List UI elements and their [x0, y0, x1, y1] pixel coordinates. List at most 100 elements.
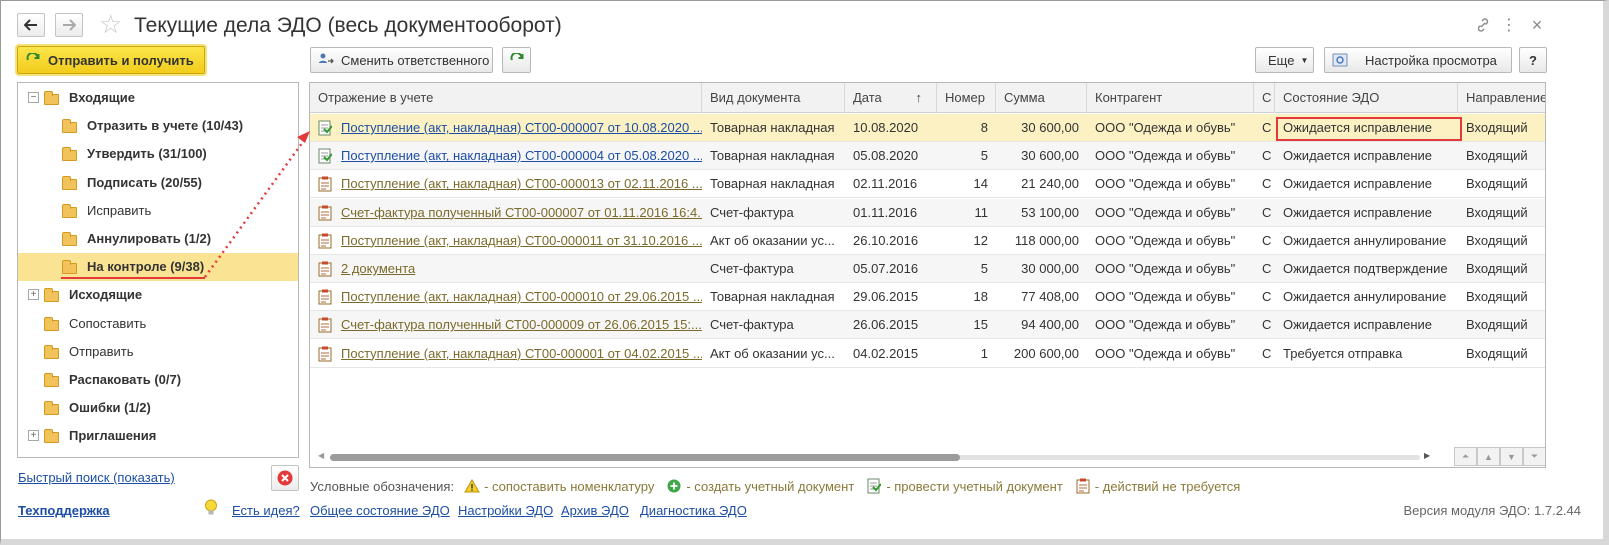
star-icon[interactable]: ☆ [99, 10, 122, 38]
tree-item[interactable]: На контроле (9/38) [18, 253, 298, 282]
cell-doc[interactable]: Поступление (акт, накладная) СТ00-000011… [310, 227, 702, 255]
tree-item[interactable]: Утвердить (31/100) [18, 140, 298, 168]
documents-table[interactable]: Отражение в учете Вид документа Дата ↑ Номер… [309, 82, 1546, 468]
forward-arrow-icon [63, 19, 76, 31]
idea-link[interactable]: Есть идея? [232, 503, 300, 518]
table-row[interactable]: Поступление (акт, накладная) СТ00-000011… [310, 227, 1545, 255]
cell-state: Ожидается исправление [1283, 176, 1432, 192]
table-row[interactable]: 2 документа Счет-фактура 05.07.2016 5 30 000… [310, 255, 1545, 283]
column-header[interactable]: С [1254, 83, 1275, 113]
tree-item-label: Ошибки (1/2) [69, 400, 151, 416]
tree-item[interactable]: + Исходящие [18, 281, 298, 309]
column-header[interactable]: Номер [937, 83, 996, 113]
refresh-button[interactable] [502, 47, 531, 73]
document-link[interactable]: Поступление (акт, накладная) СТ00-000001… [341, 346, 702, 361]
tree-item[interactable]: Исправить [18, 197, 298, 225]
post-document-icon [866, 478, 882, 494]
scroll-thumb[interactable] [330, 454, 960, 461]
view-settings-button[interactable]: Настройка просмотра [1324, 47, 1512, 73]
cell-doc[interactable]: Поступление (акт, накладная) СТ00-000010… [310, 283, 702, 311]
tree-item-label: Приглашения [69, 428, 157, 444]
support-link[interactable]: Техподдержка [18, 503, 110, 518]
column-header[interactable]: Вид документа [702, 83, 845, 113]
document-link[interactable]: Поступление (акт, накладная) СТ00-000013… [341, 176, 702, 191]
tree-item[interactable]: Распаковать (0/7) [18, 366, 298, 394]
column-header[interactable]: Контрагент [1087, 83, 1254, 113]
tree-item[interactable]: Подписать (20/55) [18, 169, 298, 197]
refresh-icon [510, 53, 523, 61]
more-button[interactable]: Еще ▼ [1255, 47, 1314, 73]
tree-item[interactable]: Сопоставить [18, 310, 298, 338]
no-action-document-icon [318, 317, 332, 333]
archive-link[interactable]: Архив ЭДО [561, 503, 629, 518]
document-link[interactable]: 2 документа [341, 261, 415, 276]
document-link[interactable]: Поступление (акт, накладная) СТ00-000007… [341, 120, 702, 135]
column-header[interactable]: Состояние ЭДО [1275, 83, 1458, 113]
tree-item[interactable]: + Приглашения [18, 422, 298, 450]
cell-partner: ООО "Одежда и обувь" [1095, 289, 1236, 305]
diagnostics-link[interactable]: Диагностика ЭДО [640, 503, 747, 518]
general-state-link[interactable]: Общее состояние ЭДО [310, 503, 450, 518]
column-header-label: Отражение в учете [318, 90, 434, 105]
tree-item[interactable]: Отразить в учете (10/43) [18, 112, 298, 140]
table-row[interactable]: Поступление (акт, накладная) СТ00-000013… [310, 170, 1545, 199]
cell-c: С [1262, 232, 1272, 248]
expand-icon[interactable]: + [28, 430, 39, 442]
scroll-right-icon[interactable]: ▶ [1424, 451, 1430, 460]
cell-doc[interactable]: Поступление (акт, накладная) СТ00-000013… [310, 170, 702, 198]
table-row[interactable]: Поступление (акт, накладная) СТ00-000004… [310, 142, 1545, 171]
link-icon[interactable] [1473, 13, 1493, 37]
scroll-bottom-button[interactable]: ⏷ [1523, 447, 1545, 466]
cell-doc[interactable]: Счет-фактура полученный СТ00-000007 от 0… [310, 199, 702, 227]
cell-num: 5 [980, 261, 988, 276]
document-link[interactable]: Поступление (акт, накладная) СТ00-000004… [341, 148, 702, 163]
quick-search-link[interactable]: Быстрый поиск (показать) [18, 470, 175, 485]
table-row[interactable]: Счет-фактура полученный СТ00-000007 от 0… [310, 198, 1545, 227]
settings-view-icon [1331, 51, 1349, 69]
cell-doc[interactable]: Счет-фактура полученный СТ00-000009 от 2… [310, 311, 702, 339]
change-responsible-button[interactable]: Сменить ответственного [310, 47, 493, 73]
cell-partner: ООО "Одежда и обувь" [1095, 148, 1236, 164]
scroll-top-button[interactable]: ⏶ [1454, 447, 1477, 466]
table-row[interactable]: Поступление (акт, накладная) СТ00-000001… [310, 340, 1545, 368]
change-user-icon [317, 51, 335, 69]
column-header[interactable]: Сумма [996, 83, 1087, 113]
cell-num: 15 [973, 317, 988, 333]
table-row[interactable]: Поступление (акт, накладная) СТ00-000007… [310, 114, 1545, 142]
scroll-down-button[interactable]: ▼ [1500, 447, 1523, 466]
tree-item-label: Сопоставить [69, 315, 147, 331]
cell-doc[interactable]: Поступление (акт, накладная) СТ00-000001… [310, 340, 702, 368]
cell-doc[interactable]: Поступление (акт, накладная) СТ00-000007… [310, 114, 702, 142]
cell-doc[interactable]: Поступление (акт, накладная) СТ00-000004… [310, 142, 702, 170]
document-link[interactable]: Поступление (акт, накладная) СТ00-000011… [341, 233, 702, 248]
tree-item[interactable]: Отправить [18, 338, 298, 366]
column-header[interactable]: Отражение в учете [310, 83, 702, 113]
scroll-left-icon[interactable]: ◀ [318, 451, 324, 460]
tree-item[interactable]: − Входящие [18, 84, 298, 112]
document-link[interactable]: Счет-фактура полученный СТ00-000007 от 0… [341, 205, 702, 220]
close-icon[interactable]: × [1529, 13, 1545, 37]
send-receive-button[interactable]: Отправить и получить [17, 46, 205, 74]
tree-item[interactable]: Аннулировать (1/2) [18, 225, 298, 253]
column-header[interactable]: Направление [1458, 83, 1545, 113]
back-button[interactable] [17, 13, 45, 37]
table-row[interactable]: Поступление (акт, накладная) СТ00-000010… [310, 283, 1545, 312]
clear-search-button[interactable] [271, 465, 299, 491]
column-header[interactable]: Дата ↑ [845, 83, 937, 113]
collapse-icon[interactable]: − [28, 92, 39, 103]
more-vertical-icon[interactable]: ⋮ [1501, 13, 1517, 37]
document-link[interactable]: Поступление (акт, накладная) СТ00-000010… [341, 289, 702, 304]
horizontal-scrollbar[interactable]: ◀ ▶ [316, 451, 1430, 462]
forward-button[interactable] [55, 13, 83, 37]
cell-doc[interactable]: 2 документа [310, 255, 702, 283]
expand-icon[interactable]: + [28, 289, 39, 301]
help-button[interactable]: ? [1519, 47, 1547, 73]
cell-sum: 94 400,00 [1021, 317, 1079, 333]
folder-icon [62, 232, 77, 246]
folder-tree[interactable]: − Входящие Отразить в учете (10/43) Утверди… [17, 82, 299, 458]
table-row[interactable]: Счет-фактура полученный СТ00-000009 от 2… [310, 311, 1545, 340]
scroll-up-button[interactable]: ▲ [1477, 447, 1500, 466]
tree-item[interactable]: Ошибки (1/2) [18, 394, 298, 422]
settings-link[interactable]: Настройки ЭДО [458, 503, 553, 518]
document-link[interactable]: Счет-фактура полученный СТ00-000009 от 2… [341, 317, 702, 332]
